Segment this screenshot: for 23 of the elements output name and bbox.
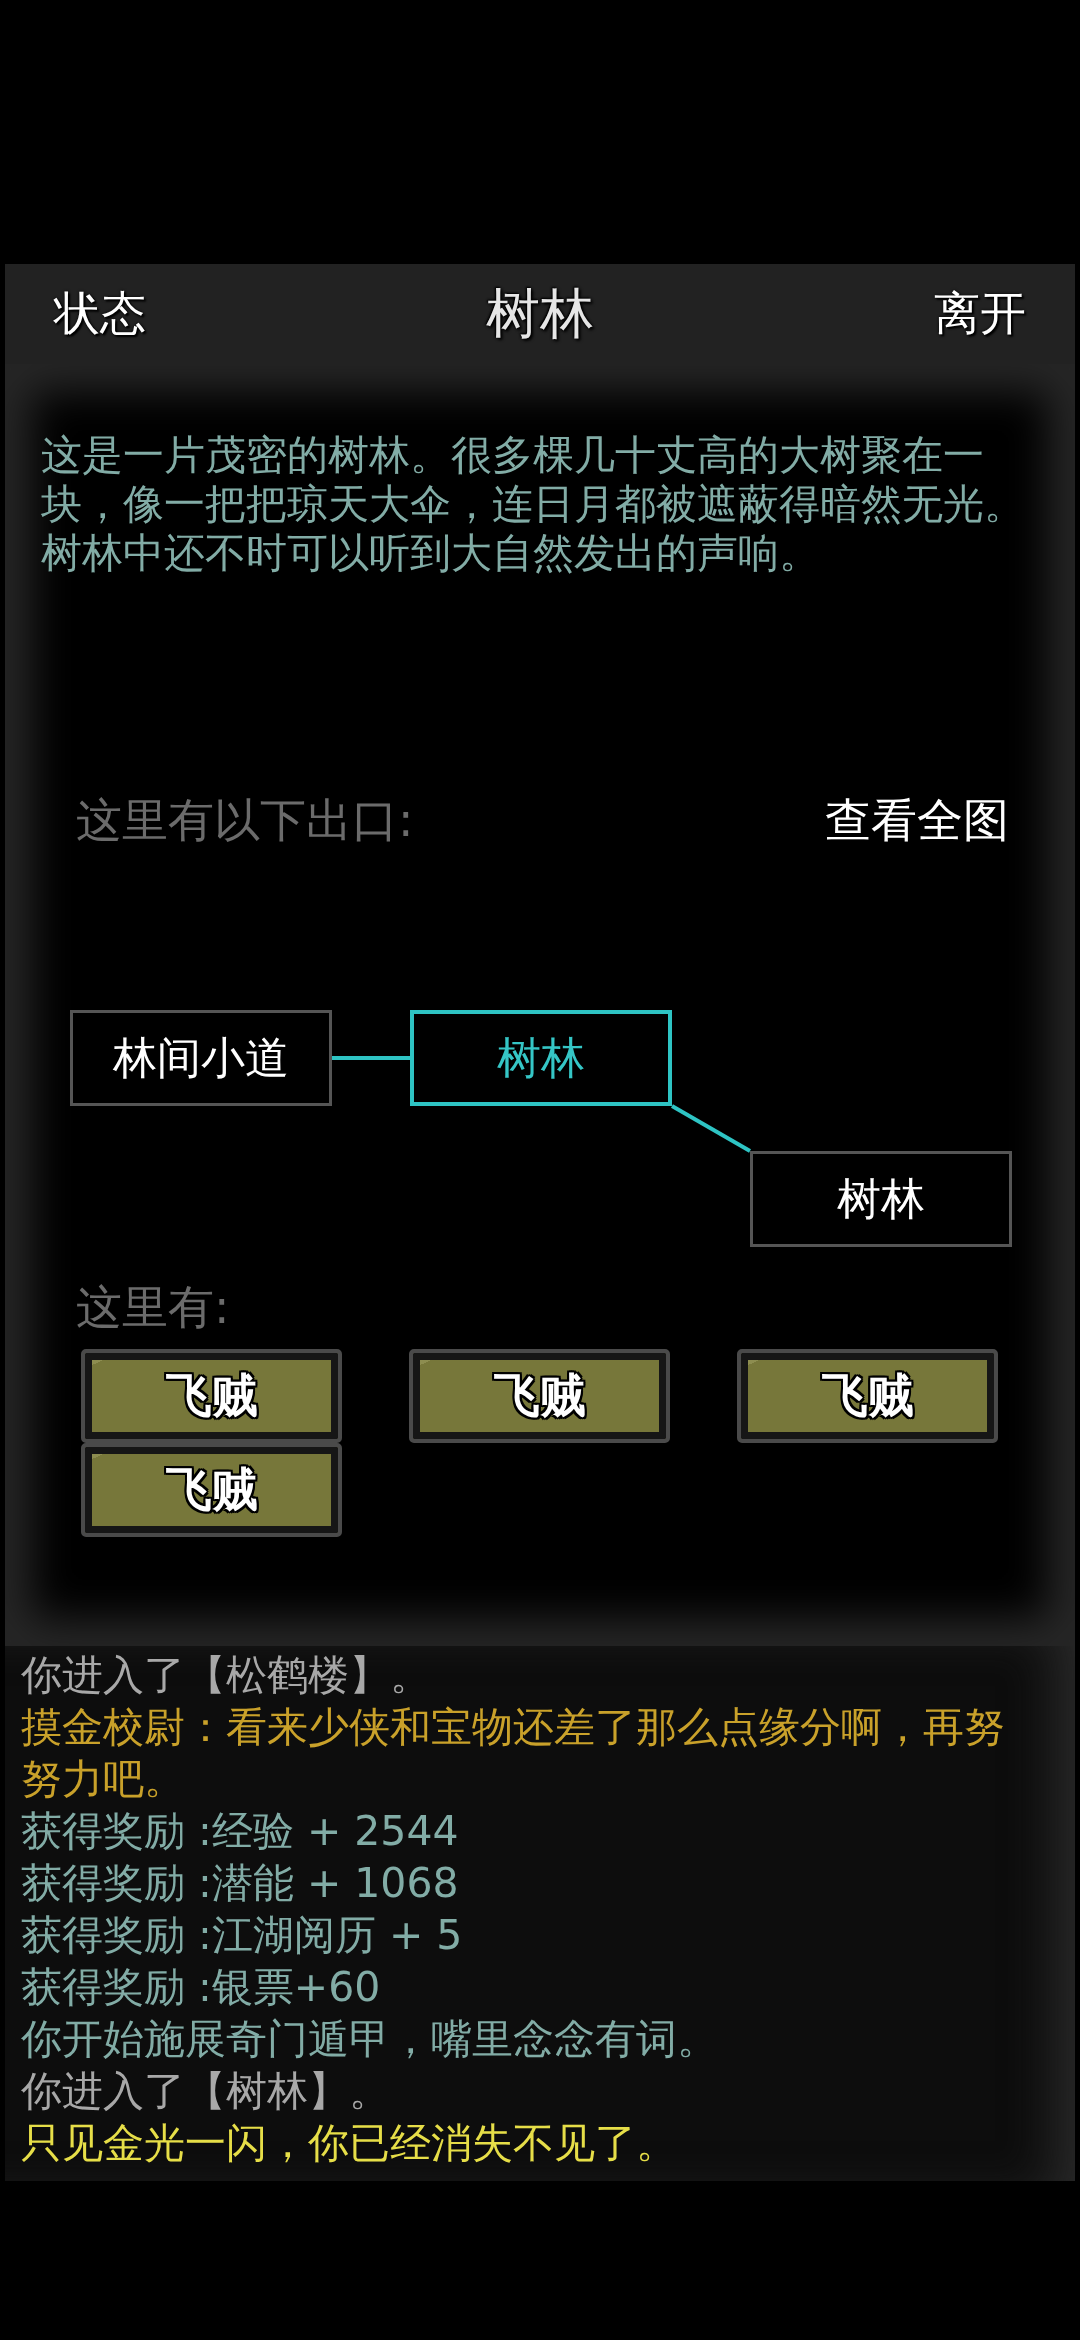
log-message: 摸金校尉：看来少侠和宝物还差了那么点缘分啊，再努努力吧。 [21, 1702, 1006, 1805]
location-title: 树林 [486, 281, 594, 347]
log-message: 你进入了【松鹤楼】。 [21, 1650, 432, 1701]
exit-room-node[interactable]: 树林 [750, 1151, 1012, 1247]
status-button[interactable]: 状态 [54, 286, 146, 342]
npc-button[interactable]: 飞贼 [737, 1349, 998, 1443]
npc-button[interactable]: 飞贼 [81, 1349, 342, 1443]
log-message: 获得奖励 :银票+60 [21, 1962, 382, 2013]
exits-label: 这里有以下出口: [76, 793, 414, 849]
log-message: 只见金光一闪，你已经消失不见了。 [21, 2118, 678, 2169]
log-message: 获得奖励 :潜能 + 1068 [21, 1858, 460, 1909]
current-room-node[interactable]: 树林 [410, 1010, 672, 1106]
location-description: 这是一片茂密的树林。很多棵几十丈高的大树聚在一块，像一把把琼天大伞，连日月都被遮蔽得暗然无光。树林中还不时可以听到大自然发出的声响。 [41, 431, 1026, 578]
exit-room-node[interactable]: 林间小道 [70, 1010, 332, 1106]
npc-button[interactable]: 飞贼 [81, 1443, 342, 1537]
log-message: 你开始施展奇门遁甲，嘴里念念有词。 [21, 2014, 719, 2065]
npcs-label: 这里有: [76, 1280, 230, 1336]
log-message: 获得奖励 :经验 + 2544 [21, 1806, 460, 1857]
log-message: 你进入了【树林】。 [21, 2066, 391, 2117]
log-message: 获得奖励 :江湖阅历 + 5 [21, 1910, 464, 1961]
leave-button[interactable]: 离开 [934, 286, 1026, 342]
full-map-button[interactable]: 查看全图 [825, 793, 1009, 849]
npc-button[interactable]: 飞贼 [409, 1349, 670, 1443]
